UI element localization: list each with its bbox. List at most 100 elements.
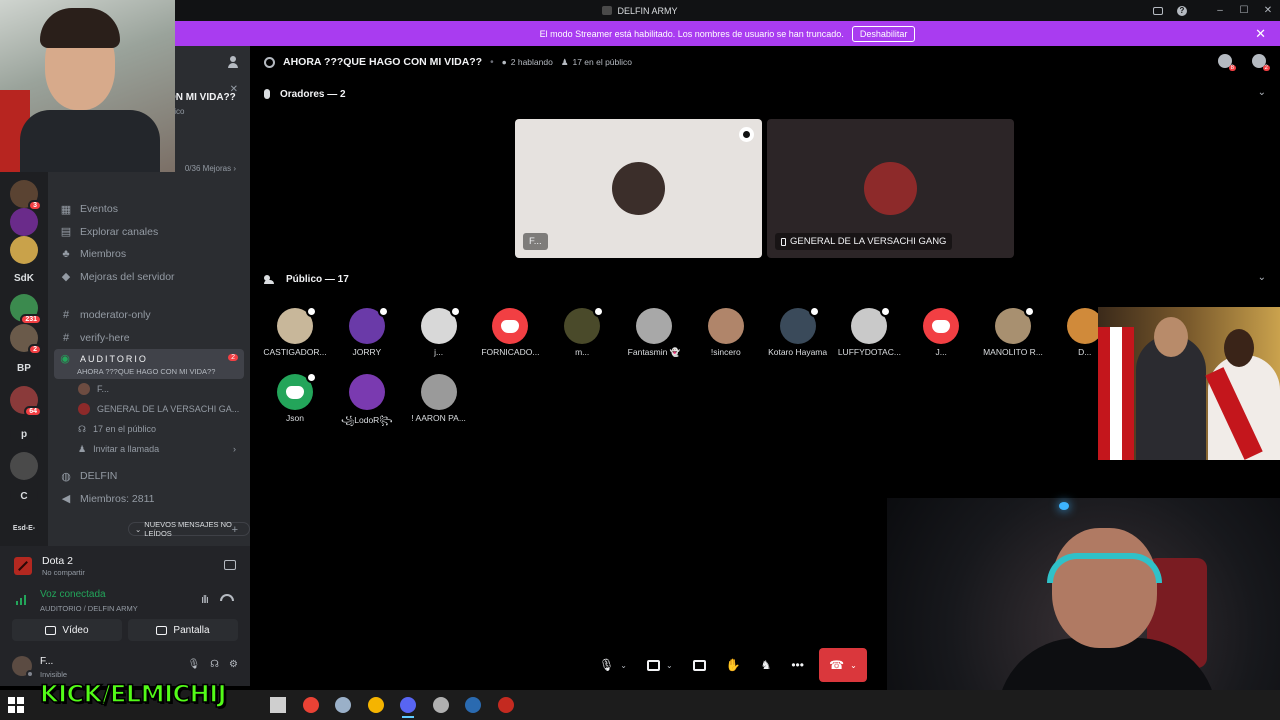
audience-member[interactable]: CASTIGADOR... <box>261 306 329 357</box>
audience-member[interactable]: Kotaro Hayama <box>764 306 832 357</box>
camera-button[interactable]: ⌄ <box>642 649 678 681</box>
screen-button[interactable]: Pantalla <box>128 619 238 641</box>
audience-member[interactable]: JORRY <box>333 306 401 357</box>
channel-members-count[interactable]: ◀ Miembros: 2811 <box>48 488 250 511</box>
screen-share-icon[interactable] <box>224 560 236 570</box>
microphone-icon[interactable]: 🎙 <box>187 659 200 670</box>
server-icon[interactable]: 231 <box>10 294 42 325</box>
start-icon[interactable] <box>8 697 24 713</box>
audience-member[interactable]: MANOLITO R... <box>979 306 1047 357</box>
channel-moderator-only[interactable]: # moderator-only <box>48 304 250 327</box>
invite-people-icon[interactable] <box>228 56 240 68</box>
boost-progress[interactable]: 0/36 Mejoras › <box>185 164 236 173</box>
chevron-down-icon[interactable]: ⌄ <box>666 661 673 670</box>
channel-verify-here[interactable]: # verify-here <box>48 327 250 350</box>
audience-count[interactable]: ☊ 17 en el público <box>48 419 250 439</box>
video-button[interactable]: Vídeo <box>12 619 122 641</box>
maximize-button[interactable]: ☐ <box>1232 5 1256 16</box>
audience-header[interactable]: Público — 17 <box>264 272 349 286</box>
channel-delfin[interactable]: ◍ DELFIN <box>48 465 250 488</box>
avatar <box>420 306 461 344</box>
dota-icon[interactable] <box>498 697 514 713</box>
server-icon[interactable] <box>10 208 38 236</box>
server-icon[interactable]: 3 <box>10 180 42 211</box>
signal-icon[interactable] <box>16 595 30 605</box>
request-to-speak-icon[interactable]: 8 <box>1218 54 1236 71</box>
invite-to-call[interactable]: ♟ Invitar a llamada › <box>48 439 250 459</box>
close-icon[interactable]: ✕ <box>230 84 238 95</box>
audience-member[interactable]: !sincero <box>692 308 760 357</box>
chrome-alt-icon[interactable] <box>368 697 384 713</box>
speaker-icon: ◀ <box>61 493 71 506</box>
steam-icon[interactable] <box>465 697 481 713</box>
disable-streamer-button[interactable]: Deshabilitar <box>851 25 916 42</box>
hand-button[interactable]: ✋ <box>721 649 746 681</box>
audience-member[interactable]: FORNICADO... <box>476 308 544 357</box>
avatar <box>348 374 385 410</box>
audience-count: ♟ 17 en el público <box>560 56 633 68</box>
share-screen-button[interactable] <box>688 649 711 681</box>
audience-member[interactable]: Fantasmin 👻 <box>620 308 688 358</box>
channel-auditorio[interactable]: ◉ AUDITORIO AHORA ???QUE HAGO CON MI VID… <box>54 349 244 379</box>
server-icon[interactable]: SdK <box>10 264 38 292</box>
activity-status[interactable]: Dota 2 No compartir <box>6 550 244 582</box>
audience-member[interactable]: ꧁LodoR꧂ <box>333 374 401 431</box>
leave-call-button[interactable]: ☎ ⌄ <box>818 648 867 682</box>
server-icon[interactable] <box>10 236 38 264</box>
speaker-tile[interactable]: GENERAL DE LA VERSACHI GANG <box>767 119 1014 258</box>
server-icon[interactable]: C <box>10 482 38 510</box>
sidebar-item-events[interactable]: ▦ Eventos <box>48 198 250 221</box>
chevron-down-icon[interactable]: ⌄ <box>1258 272 1266 283</box>
channel-label: verify-here <box>80 331 130 344</box>
gear-icon[interactable]: ⚙ <box>229 659 238 670</box>
stage-member[interactable]: F... <box>48 379 250 399</box>
calendar-icon: ▦ <box>60 203 72 216</box>
current-user[interactable]: F... Invisible 🎙 ☊ ⚙ <box>10 652 242 680</box>
server-icon[interactable]: BP <box>10 354 38 382</box>
avatar <box>779 306 820 344</box>
activity-button[interactable]: ♞ <box>756 649 777 681</box>
speaker-tile[interactable]: F... <box>515 119 762 258</box>
server-icon[interactable]: 2 <box>10 324 42 355</box>
close-window-button[interactable]: ✕ <box>1256 5 1280 16</box>
help-icon[interactable]: ? <box>1170 5 1194 16</box>
server-icon[interactable]: Esd-E- <box>10 514 38 542</box>
audience-member[interactable]: j... <box>405 306 473 357</box>
obs-icon[interactable] <box>335 697 351 713</box>
audience-member[interactable]: LUFFYDOTAC... <box>835 306 903 357</box>
audience-member[interactable]: Json <box>261 372 329 423</box>
speakers-header[interactable]: Oradores — 2 <box>264 87 346 101</box>
event-card[interactable]: ✕ ON MI VIDA?? blico <box>168 84 248 116</box>
inbox-icon[interactable]: 2 <box>1252 54 1270 71</box>
app-icon[interactable] <box>433 697 449 713</box>
chrome-icon[interactable] <box>303 697 319 713</box>
sidebar-item-boosts[interactable]: ◆ Mejoras del servidor <box>48 266 250 289</box>
audience-member[interactable]: ! AARON PA... <box>405 374 473 423</box>
headphones-icon[interactable]: ☊ <box>210 659 219 670</box>
sidebar-item-browse[interactable]: ▤ Explorar canales <box>48 221 250 244</box>
add-server-icon[interactable]: + <box>232 524 238 536</box>
task-view-icon[interactable] <box>270 697 286 713</box>
discord-icon <box>932 319 951 333</box>
close-icon[interactable]: ✕ <box>1255 26 1266 42</box>
stage-member[interactable]: GENERAL DE LA VERSACHI GA... <box>48 399 250 419</box>
noise-suppression-icon[interactable]: ıllı <box>201 594 209 606</box>
speaker-name: GENERAL DE LA VERSACHI GANG <box>775 233 953 250</box>
inbox-icon[interactable] <box>1146 6 1170 15</box>
chevron-down-icon[interactable]: ⌄ <box>850 661 857 670</box>
discord-icon[interactable] <box>400 697 416 718</box>
server-icon[interactable]: p <box>10 420 38 448</box>
server-icon[interactable] <box>10 452 38 480</box>
sidebar-item-members[interactable]: ♣ Miembros <box>48 243 250 266</box>
chevron-down-icon[interactable]: ⌄ <box>1258 87 1266 98</box>
discord-icon <box>286 385 304 399</box>
voice-status[interactable]: Voz conectada <box>40 589 106 600</box>
mute-button[interactable]: 🎙 ⌄ <box>594 649 632 681</box>
audience-member[interactable]: J... <box>907 308 975 357</box>
audience-member[interactable]: m... <box>548 306 616 357</box>
chevron-down-icon[interactable]: ⌄ <box>620 661 627 670</box>
server-icon[interactable]: 64 <box>10 386 42 417</box>
disconnect-icon[interactable] <box>220 594 234 601</box>
more-button[interactable]: ••• <box>786 649 809 681</box>
minimize-button[interactable]: – <box>1208 5 1232 16</box>
